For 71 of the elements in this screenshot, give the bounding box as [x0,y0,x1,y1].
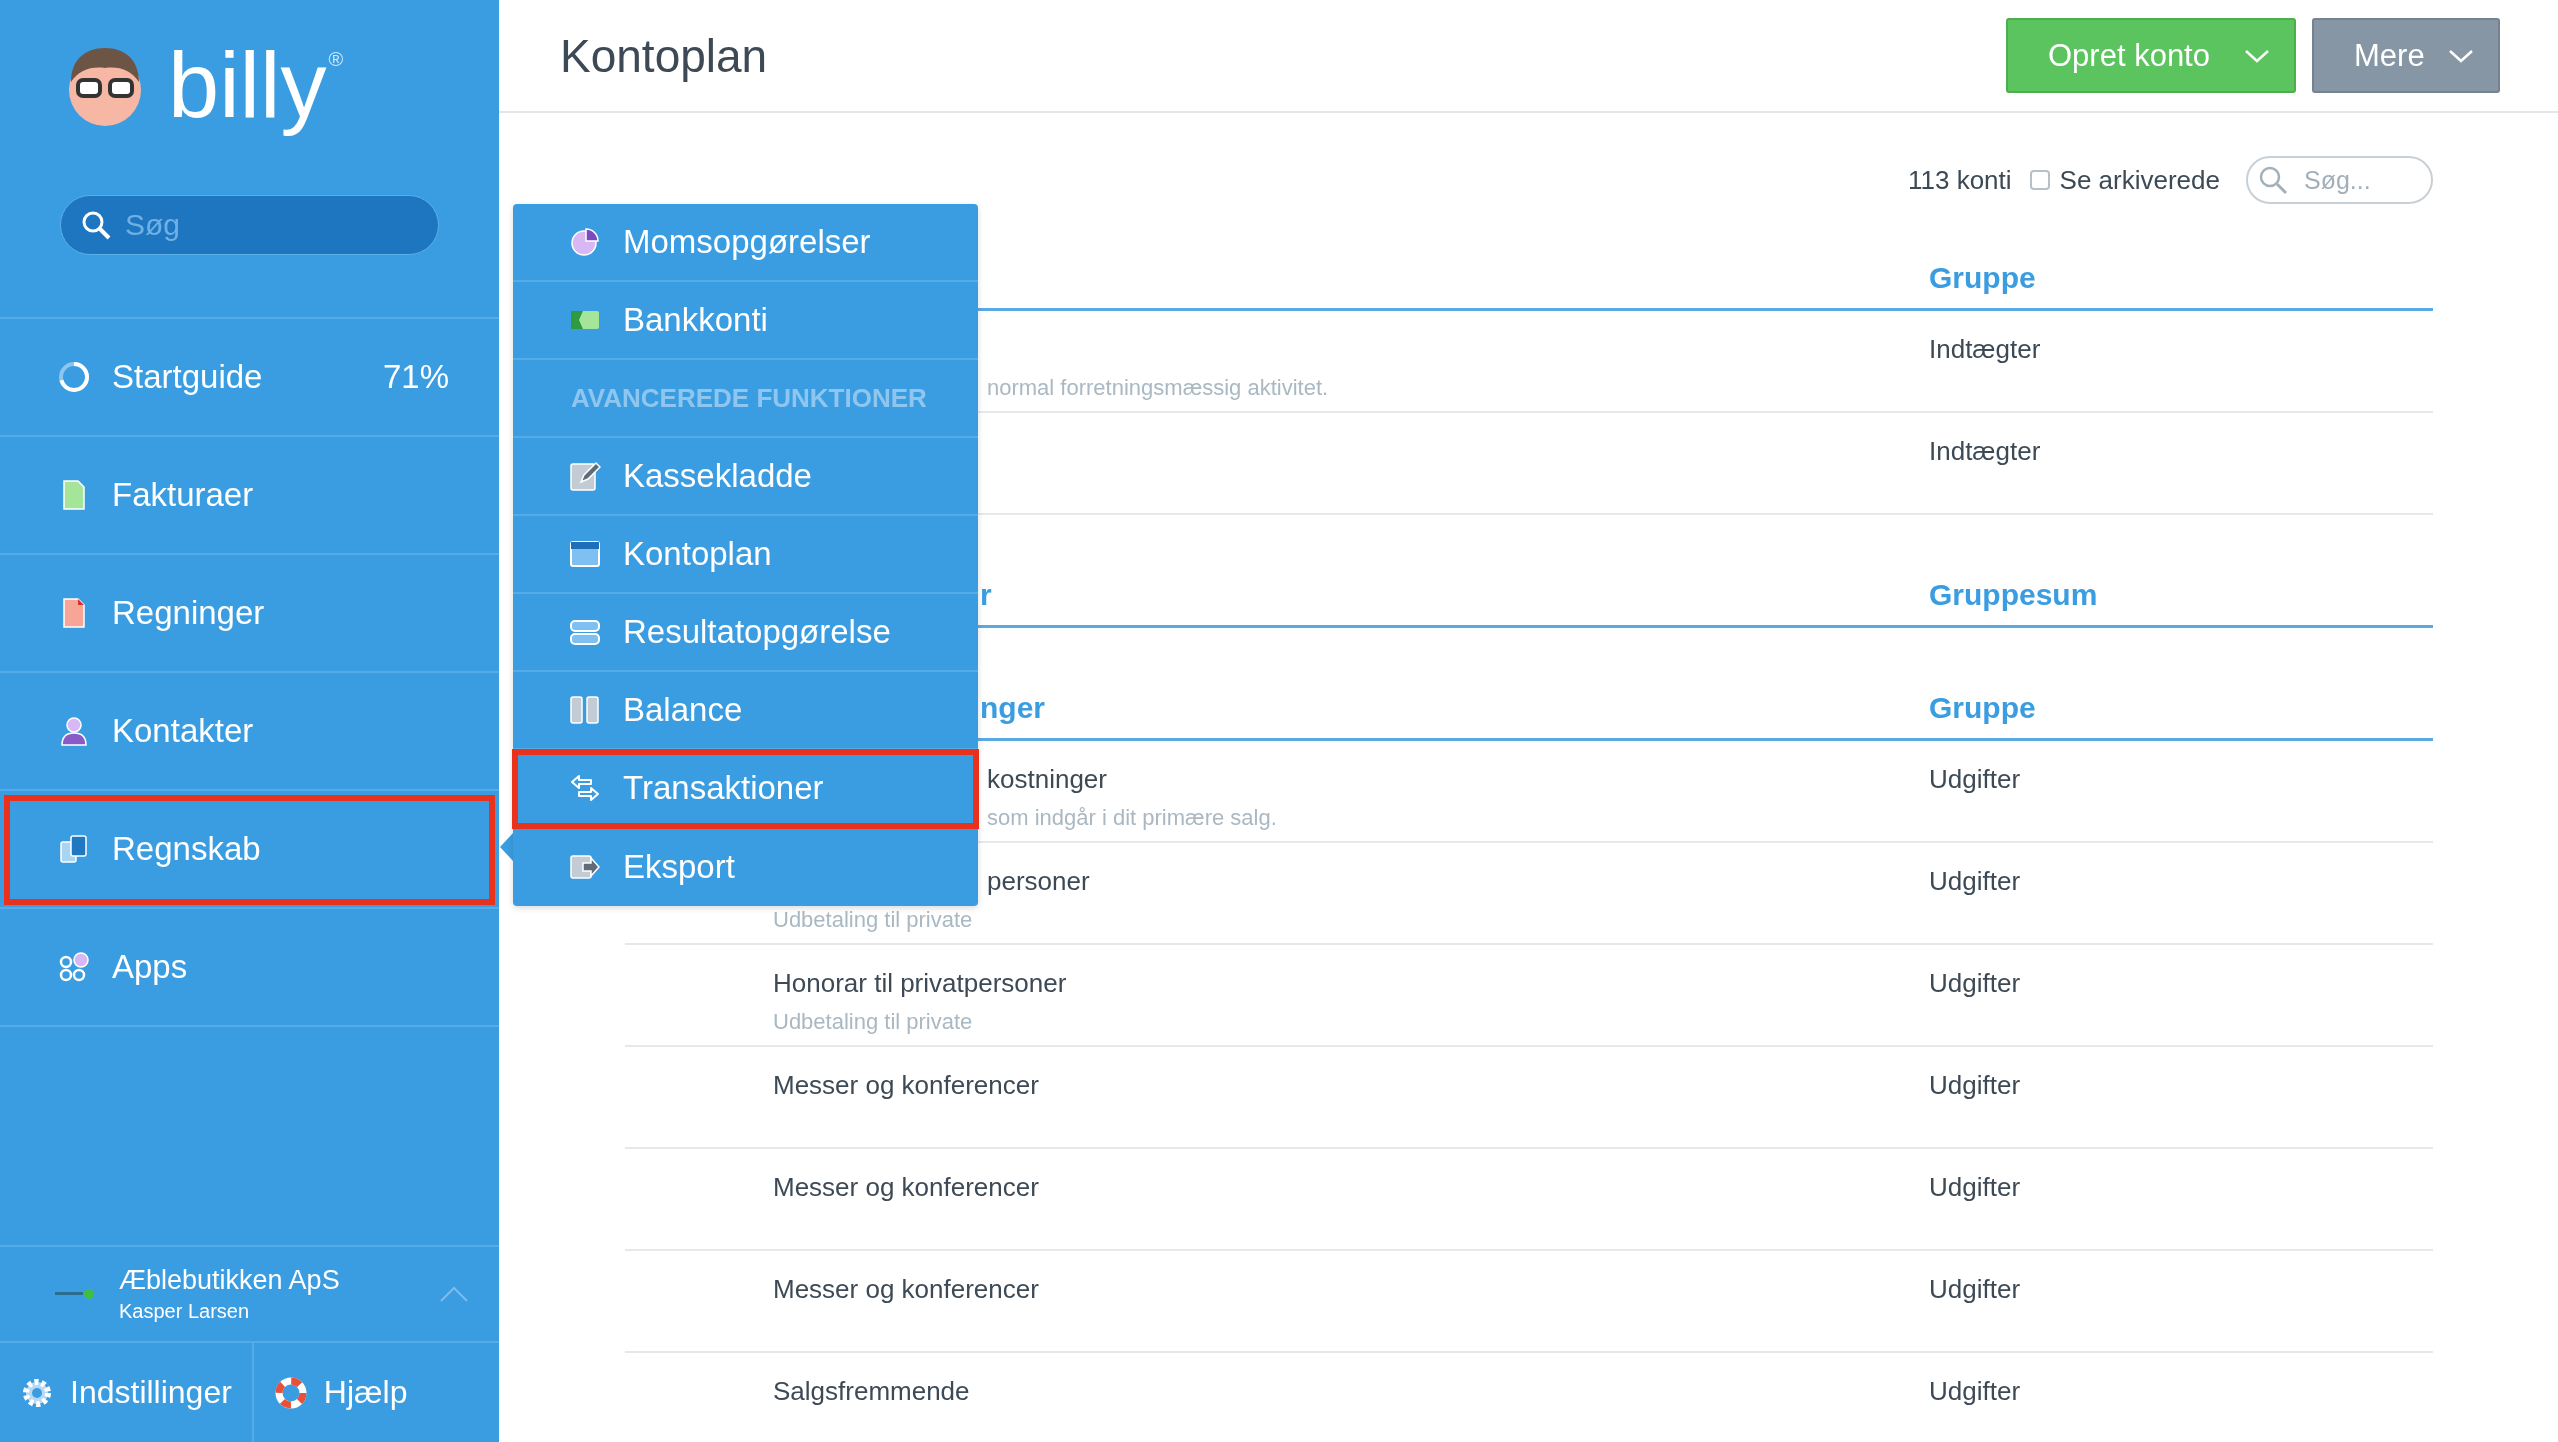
account-count: 113 konti [1908,164,2012,196]
group-cell: Indtægter [1929,334,2041,364]
user-name: Kasper Larsen [119,1300,251,1323]
account-name: Messer og konferencer [773,1172,1039,1202]
menu-item[interactable]: Kassekladde [513,438,978,516]
circles-icon [58,951,90,983]
archived-checkbox[interactable] [2029,170,2050,190]
menu-section-heading: AVANCEREDE FUNKTIONER [571,382,927,414]
account-description: normal forretningsmæssig aktivitet. [987,375,1329,401]
pencil-note-icon [569,460,601,492]
account-description: Udbetaling til private [773,907,973,933]
menu-item[interactable]: Momsopgørelser [513,204,978,282]
menu-item[interactable]: Balance [513,672,978,750]
column-header: Gruppesum [1929,577,2098,611]
menu-item[interactable]: Transaktioner [513,750,978,828]
columns-icon [569,694,601,726]
progress-ring-icon [58,361,90,393]
group-cell: Udgifter [1929,968,2021,998]
menu-item[interactable]: Eksport [513,828,978,906]
group-cell: Indtægter [1929,436,2041,466]
nav-item[interactable]: Regninger [0,555,499,673]
account-name: Salgsfremmende [773,1376,970,1406]
registered-mark: ® [328,48,344,71]
lifebuoy-icon [273,1375,308,1410]
checkbox-label: Se arkiverede [2059,164,2220,196]
nav-item[interactable]: Regnskab [0,791,499,909]
copy-icon [58,833,90,865]
create-account-button[interactable]: Opret konto [2006,18,2296,93]
group-cell: Udgifter [1929,1172,2021,1202]
menu-item[interactable]: Resultatopgørelse [513,594,978,672]
search-field[interactable]: Søg... [2246,156,2433,204]
more-button[interactable]: Mere [2312,18,2500,93]
company-logo-icon [55,1287,95,1301]
chevron-up-icon[interactable] [439,1285,469,1303]
person-icon [58,715,90,747]
logo-text: billy [168,32,327,138]
menu-item[interactable]: Kontoplan [513,516,978,594]
account-name: Messer og konferencer [773,1274,1039,1304]
help-button[interactable]: Hjælp [253,1343,428,1442]
nav-item[interactable]: Fakturaer [0,437,499,555]
nav-item[interactable]: Apps [0,909,499,1027]
group-cell: Udgifter [1929,1070,2021,1100]
group-cell: Udgifter [1929,1376,2021,1406]
caret-icon [2244,47,2270,64]
search-field[interactable]: Søg [60,195,439,255]
group-cell: Udgifter [1929,866,2021,896]
group-cell: Udgifter [1929,764,2021,794]
nav-item[interactable]: Startguide 71% [0,319,499,437]
company-name: Æblebutikken ApS [119,1265,341,1296]
settings-button[interactable]: Indstillinger [0,1343,254,1442]
window-icon [569,538,601,570]
account-name: Honorar til privatpersoner [773,968,1067,998]
account-name: kostninger [987,764,1107,794]
search-icon [80,209,112,241]
account-description: Udbetaling til private [773,1009,973,1035]
nav-item[interactable]: Kontakter [0,673,499,791]
column-header: nger [980,690,1045,724]
caret-icon [2448,47,2474,64]
pie-chart-icon [569,226,601,258]
column-header: Gruppe [1929,690,2036,724]
transfer-arrows-icon [569,772,601,804]
group-cell: Udgifter [1929,1274,2021,1304]
progress-percent: 71% [382,358,449,396]
menu-item[interactable]: Bankkonti [513,282,978,360]
column-header: Gruppe [1929,260,2036,294]
account-name: Messer og konferencer [773,1070,1039,1100]
column-header: r [980,577,992,611]
account-name: personer [987,866,1090,896]
search-icon [2258,165,2288,195]
account-description: som indgår i dit primære salg. [987,805,1277,831]
page-title: Kontoplan [560,28,769,83]
